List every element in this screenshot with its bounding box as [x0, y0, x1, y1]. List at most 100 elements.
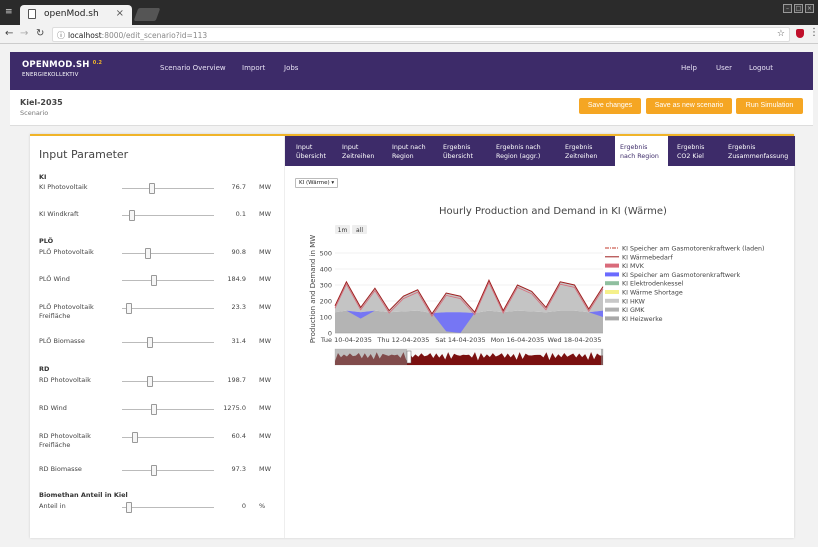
slider-track[interactable]: [122, 404, 214, 415]
tab-ergebnis-nach-region-aggr[interactable]: Ergebnis nach Region (aggr.): [496, 143, 541, 161]
nav-import[interactable]: Import: [242, 64, 265, 72]
minimize-icon[interactable]: –: [783, 4, 792, 13]
slider-handle[interactable]: [147, 337, 153, 348]
slider-handle[interactable]: [132, 432, 138, 443]
result-tabs: Input Übersicht Input Zeitreihen Input nac…: [285, 136, 795, 166]
os-menu-icon[interactable]: ≡: [5, 7, 15, 18]
param-value: 31.4: [231, 337, 246, 345]
tab-ergebnis-uebersicht[interactable]: Ergebnis Übersicht: [443, 143, 473, 161]
slider-track[interactable]: [122, 376, 214, 387]
param-label: RD Photovoltaik Freifläche: [39, 432, 91, 449]
slider-track[interactable]: [122, 502, 214, 513]
nav-help[interactable]: Help: [681, 64, 697, 72]
x-tick-label: Tue 10-04-2035: [320, 336, 372, 344]
save-changes-button[interactable]: Save changes: [579, 98, 641, 114]
slider-handle[interactable]: [151, 275, 157, 286]
page-icon: [28, 9, 36, 19]
param-label: PLÖ Wind: [39, 275, 70, 283]
legend-swatch: [605, 316, 619, 321]
slider-track[interactable]: [122, 303, 214, 314]
production-demand-chart: Hourly Production and Demand in KI (Wärm…: [309, 206, 764, 366]
browser-tabbar: ≡ openMod.sh × – □ ×: [0, 0, 818, 25]
save-as-new-scenario-button[interactable]: Save as new scenario: [646, 98, 732, 114]
legend-entry: KI Wärmebedarf: [622, 254, 673, 261]
run-simulation-button[interactable]: Run Simulation: [736, 98, 803, 114]
legend-swatch: [605, 263, 619, 268]
navigator-handle-left[interactable]: [406, 350, 412, 364]
slider-handle[interactable]: [126, 303, 132, 314]
param-value: 198.7: [227, 376, 246, 384]
tab-close-icon[interactable]: ×: [116, 8, 124, 19]
param-unit: MW: [259, 432, 272, 440]
nav-scenario-overview[interactable]: Scenario Overview: [160, 64, 226, 72]
region-select[interactable]: KI (Wärme) ▾: [295, 178, 339, 188]
brand-logo[interactable]: OPENMOD.SH 0.2: [22, 60, 102, 70]
tab-input-nach-region[interactable]: Input nach Region: [392, 143, 426, 161]
tab-ergebnis-nach-region[interactable]: Ergebnis nach Region: [615, 136, 668, 166]
legend-entry: KI Wärme Shortage: [622, 290, 683, 297]
legend-swatch: [605, 290, 619, 294]
browser-tab[interactable]: openMod.sh ×: [20, 5, 132, 25]
maximize-icon[interactable]: □: [794, 4, 803, 13]
back-icon[interactable]: ←: [5, 28, 13, 39]
x-tick-label: Thu 12-04-2035: [376, 336, 429, 344]
slider-track[interactable]: [122, 210, 214, 221]
param-value: 184.9: [227, 275, 246, 283]
param-label: KI Windkraft: [39, 210, 79, 218]
param-label: PLÖ Photovoltaik Freifläche: [39, 303, 94, 320]
range-button-all[interactable]: all: [356, 227, 363, 234]
new-tab-button[interactable]: [133, 8, 161, 21]
close-window-icon[interactable]: ×: [805, 4, 814, 13]
legend-entry: KI Elektrodenkessel: [622, 281, 684, 288]
slider-track[interactable]: [122, 432, 214, 443]
y-tick-label: 100: [320, 314, 332, 322]
param-value: 60.4: [231, 432, 246, 440]
input-parameter-panel: Input Parameter KI KI Photovoltaik 76.7 …: [30, 136, 284, 538]
slider-handle[interactable]: [151, 465, 157, 476]
slider-handle[interactable]: [149, 183, 155, 194]
tab-input-uebersicht[interactable]: Input Übersicht: [296, 143, 326, 161]
param-unit: MW: [259, 248, 272, 256]
slider-handle[interactable]: [129, 210, 135, 221]
param-unit: MW: [259, 303, 272, 311]
browser-menu-icon[interactable]: ⋮: [809, 27, 818, 38]
extension-shield-icon[interactable]: [796, 29, 804, 38]
section-title-biomethan: Biomethan Anteil in Kiel: [39, 491, 128, 499]
slider-handle[interactable]: [151, 404, 157, 415]
y-tick-label: 300: [320, 282, 332, 290]
slider-track[interactable]: [122, 465, 214, 476]
param-label: RD Wind: [39, 404, 67, 412]
y-axis-label: Production and Demand in MW: [309, 235, 317, 343]
section-title-rd: RD: [39, 365, 50, 373]
slider-track[interactable]: [122, 183, 214, 194]
tab-ergebnis-zeitreihen[interactable]: Ergebnis Zeitreihen: [565, 143, 597, 161]
bookmark-star-icon[interactable]: ☆: [777, 29, 785, 39]
main-card: Input Parameter KI KI Photovoltaik 76.7 …: [30, 134, 795, 538]
slider-handle[interactable]: [145, 248, 151, 259]
range-button-1m[interactable]: 1m: [338, 227, 348, 234]
nav-user[interactable]: User: [716, 64, 732, 72]
navigator-mask-right: [601, 349, 603, 365]
info-icon[interactable]: ⓘ: [57, 30, 65, 41]
reload-icon[interactable]: ↻: [36, 28, 44, 39]
slider-track[interactable]: [122, 275, 214, 286]
param-unit: MW: [259, 183, 272, 191]
url-input[interactable]: ⓘ localhost:8000/edit_scenario?id=113 ☆: [52, 27, 790, 42]
scenario-type: Scenario: [20, 109, 49, 117]
slider-track[interactable]: [122, 337, 214, 348]
scenario-name: Kiel-2035: [20, 98, 63, 107]
tab-ergebnis-co2-kiel[interactable]: Ergebnis CO2 Kiel: [677, 143, 704, 161]
tab-ergebnis-zusammenfassung[interactable]: Ergebnis Zusammenfassung: [728, 143, 788, 161]
slider-track[interactable]: [122, 248, 214, 259]
slider-handle[interactable]: [126, 502, 132, 513]
nav-jobs[interactable]: Jobs: [284, 64, 298, 72]
forward-icon[interactable]: →: [20, 28, 28, 39]
nav-logout[interactable]: Logout: [749, 64, 773, 72]
dropdown-arrow-icon: ▾: [331, 180, 335, 186]
url-text: localhost:8000/edit_scenario?id=113: [68, 31, 208, 40]
slider-handle[interactable]: [147, 376, 153, 387]
legend-entry: KI Speicher am Gasmotorenkraftwerk: [622, 272, 740, 279]
tab-input-zeitreihen[interactable]: Input Zeitreihen: [342, 143, 374, 161]
param-value: 0: [241, 502, 246, 510]
param-unit: MW: [259, 465, 272, 473]
